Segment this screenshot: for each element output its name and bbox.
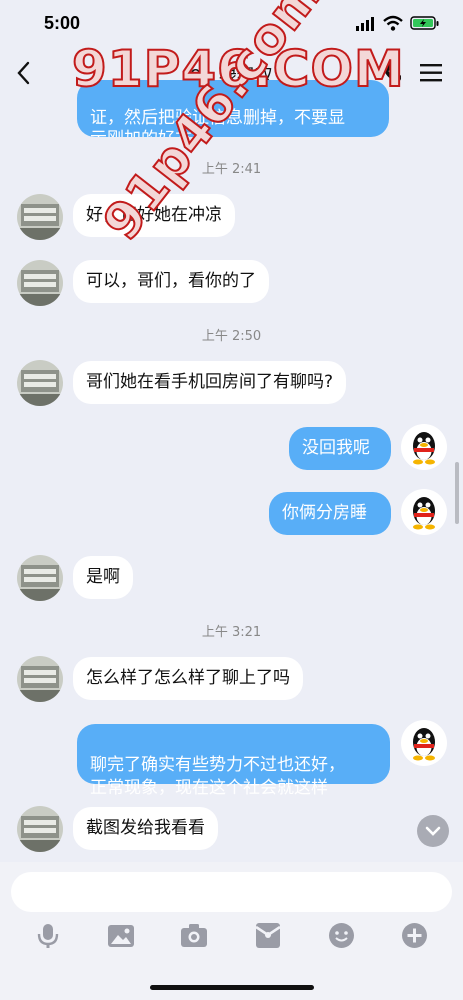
message-text: 可以，哥们，看你的了 — [86, 271, 256, 291]
home-indicator — [150, 985, 314, 990]
image-icon[interactable] — [107, 924, 135, 948]
message-text: 聊完了确实有些势力不过也还好， 正常现象，现在这个社会就这样 — [90, 755, 345, 798]
message-bubble-outgoing[interactable]: 你俩分房睡 — [269, 492, 391, 535]
emoji-icon[interactable] — [328, 922, 355, 949]
timestamp: 上午 2:41 — [201, 162, 262, 177]
scrollbar[interactable] — [455, 462, 459, 524]
message-text: 怎么样了怎么样了聊上了吗 — [86, 668, 290, 688]
wifi-icon — [383, 15, 403, 31]
message-bubble-incoming[interactable]: 可以，哥们，看你的了 — [73, 260, 269, 303]
message-text: 没回我呢 — [302, 438, 370, 458]
avatar[interactable] — [17, 555, 63, 601]
status-time: 5:00 — [44, 13, 81, 33]
message-text: 哥们她在看手机回房间了有聊吗? — [86, 372, 334, 392]
microphone-icon[interactable] — [35, 922, 61, 950]
message-bubble-incoming[interactable]: 截图发给我看看 — [73, 807, 218, 850]
camera-icon[interactable] — [180, 923, 208, 948]
message-bubble-incoming[interactable]: 怎么样了怎么样了聊上了吗 — [73, 657, 303, 700]
message-bubble-outgoing[interactable]: 聊完了确实有些势力不过也还好， 正常现象，现在这个社会就这样 — [77, 724, 390, 798]
message-bubble-incoming[interactable]: 是啊 — [73, 556, 133, 599]
chevron-down-icon — [425, 826, 441, 836]
avatar[interactable] — [17, 260, 63, 306]
plus-icon[interactable] — [401, 922, 428, 949]
signal-icon — [356, 17, 374, 31]
message-bubble-incoming[interactable]: 哥们她在看手机回房间了有聊吗? — [73, 361, 347, 404]
avatar[interactable] — [17, 194, 63, 240]
qq-penguin-avatar[interactable] — [401, 720, 447, 766]
message-text: 截图发给我看看 — [86, 818, 205, 838]
avatar[interactable] — [17, 360, 63, 406]
message-text: 是啊 — [86, 567, 120, 587]
battery-icon — [410, 16, 439, 30]
qq-penguin-avatar[interactable] — [401, 424, 447, 470]
avatar[interactable] — [17, 806, 63, 852]
timestamp: 上午 2:50 — [201, 329, 262, 344]
message-input[interactable] — [11, 872, 452, 912]
red-packet-icon[interactable] — [255, 922, 281, 949]
timestamp: 上午 3:21 — [201, 625, 262, 640]
scroll-to-bottom-button[interactable] — [417, 815, 449, 847]
message-bubble-outgoing[interactable]: 没回我呢 — [289, 427, 391, 470]
qq-penguin-avatar[interactable] — [401, 489, 447, 535]
avatar[interactable] — [17, 656, 63, 702]
message-text: 你俩分房睡 — [282, 503, 367, 523]
